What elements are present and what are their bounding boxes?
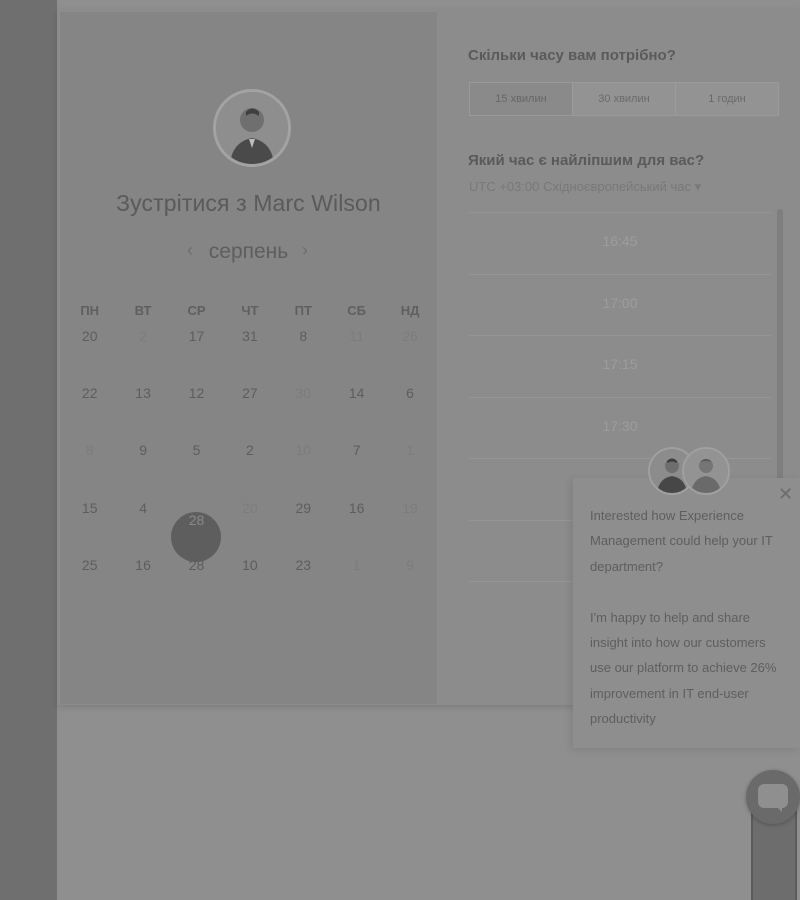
- duration-30-button[interactable]: 30 хвилин: [573, 83, 676, 115]
- calendar-day[interactable]: 14: [330, 382, 383, 439]
- calendar-day[interactable]: 31: [223, 325, 276, 382]
- month-navigator: ‹ серпень ›: [60, 240, 437, 266]
- calendar-day[interactable]: 23: [277, 554, 330, 611]
- chat-bubble-icon: [758, 784, 788, 808]
- weekday-label: СР: [187, 303, 206, 318]
- weekday-label: ВТ: [134, 303, 152, 318]
- meeting-title: Зустрітися з Marc Wilson: [116, 190, 381, 216]
- person-icon: [684, 449, 728, 493]
- calendar-day[interactable]: 28: [170, 554, 223, 611]
- calendar-day[interactable]: 12: [170, 382, 223, 439]
- calendar-day[interactable]: 25: [63, 554, 116, 611]
- calendar-day: 1: [352, 556, 361, 573]
- popup-paragraph: I'm happy to help and share insight into…: [590, 609, 777, 727]
- calendar-day[interactable]: 22: [63, 382, 116, 439]
- calendar-day[interactable]: 2: [223, 439, 276, 496]
- calendar-day[interactable]: 5: [170, 439, 223, 496]
- chevron-right-icon[interactable]: ›: [302, 240, 308, 261]
- calendar-day[interactable]: 9: [116, 439, 169, 496]
- calendar-day: 11: [349, 328, 364, 344]
- calendar-day-selected[interactable]: 28: [170, 497, 223, 563]
- close-icon[interactable]: ✕: [778, 484, 793, 505]
- calendar-grid: 20 2 17 31 8 11 26 22 13 12 27 30 14 6 8…: [63, 325, 437, 611]
- calendar-day[interactable]: 17: [170, 325, 223, 382]
- calendar-day: 10: [295, 442, 312, 459]
- popup-message: Interested how Experience Management cou…: [590, 503, 790, 732]
- calendar-day[interactable]: 6: [383, 382, 436, 439]
- calendar-day: 30: [295, 385, 312, 402]
- left-dark-strip: [0, 0, 57, 900]
- calendar-day[interactable]: 7: [330, 439, 383, 496]
- month-label: серпень: [208, 240, 289, 263]
- calendar-day[interactable]: 13: [116, 382, 169, 439]
- popup-paragraph: Interested how Experience Management cou…: [590, 508, 773, 574]
- calendar-day[interactable]: 29: [277, 497, 330, 554]
- weekday-label: ЧТ: [241, 303, 259, 318]
- host-avatar: [213, 89, 291, 167]
- duration-selector: 15 хвилин 30 хвилин 1 годин: [469, 82, 779, 116]
- timezone-dropdown[interactable]: UTC +03:00 Східноєвропейський час ▾: [469, 179, 701, 195]
- calendar-day[interactable]: 20: [63, 325, 116, 382]
- time-question: Який час є найліпшим для вас?: [468, 152, 705, 169]
- calendar-day[interactable]: 27: [223, 382, 276, 439]
- weekday-label: СБ: [347, 303, 367, 318]
- calendar-day: 20: [242, 499, 258, 516]
- calendar-day: 26: [402, 328, 418, 344]
- weekday-label: ПН: [80, 303, 100, 318]
- popup-avatars: [648, 447, 730, 499]
- time-slot-button[interactable]: 17:00: [469, 273, 771, 336]
- calendar-day: 2: [139, 328, 147, 344]
- slots-scrollbar[interactable]: [777, 209, 783, 487]
- duration-60-button[interactable]: 1 годин: [676, 83, 778, 115]
- calendar-day[interactable]: 16: [116, 554, 169, 611]
- calendar-day[interactable]: 4: [116, 497, 169, 554]
- calendar-day[interactable]: 15: [63, 497, 116, 554]
- person-icon: [216, 92, 288, 164]
- chat-launcher-button[interactable]: [746, 770, 800, 824]
- calendar-day[interactable]: 8: [277, 325, 330, 382]
- calendar-day[interactable]: 10: [223, 554, 276, 611]
- duration-question: Скільки часу вам потрібно?: [468, 47, 676, 64]
- weekday-header: ПН ВТ СР ЧТ ПТ СБ НД: [63, 303, 437, 318]
- calendar-day: 9: [406, 556, 414, 573]
- calendar-day: 19: [402, 499, 418, 516]
- duration-15-button[interactable]: 15 хвилин: [470, 83, 573, 115]
- time-slot-button[interactable]: 16:45: [469, 212, 771, 274]
- calendar-day: 8: [85, 442, 94, 459]
- calendar-day[interactable]: 16: [330, 497, 383, 554]
- agent-avatar: [682, 447, 730, 495]
- weekday-label: НД: [400, 303, 420, 318]
- time-slot-button[interactable]: 17:15: [469, 335, 771, 397]
- calendar-day: 1: [406, 442, 414, 459]
- weekday-label: ПТ: [294, 303, 312, 318]
